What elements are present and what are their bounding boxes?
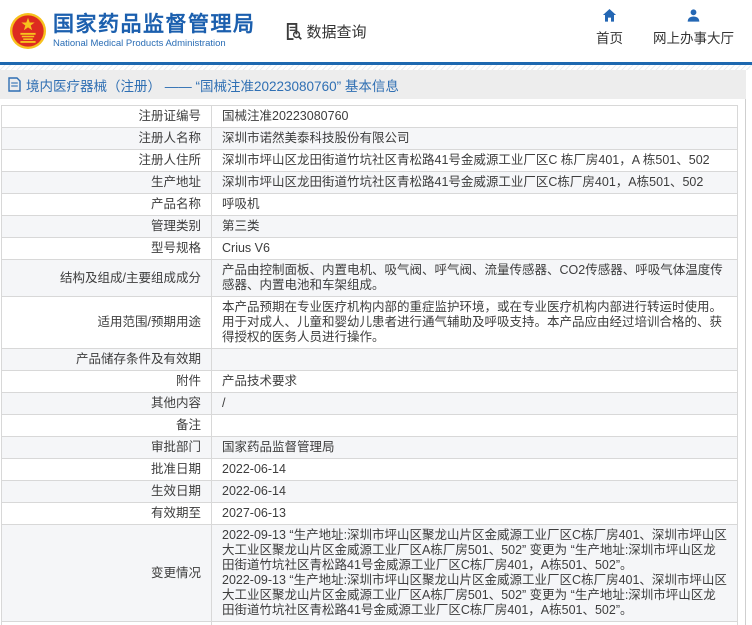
row-value: 产品技术要求: [211, 370, 738, 393]
table-row: 其他内容 /: [1, 392, 738, 415]
row-label: 注册人住所: [1, 149, 212, 172]
row-label: 适用范围/预期用途: [1, 296, 212, 349]
nav-online-hall-label: 网上办事大厅: [653, 31, 734, 46]
row-label: 产品名称: [1, 193, 212, 216]
row-label: 生效日期: [1, 480, 212, 503]
table-row: 注册人名称 深圳市诺然美泰科技股份有限公司: [1, 127, 738, 150]
row-value: [211, 414, 738, 437]
row-value: /: [211, 392, 738, 415]
document-magnifier-icon: [286, 22, 302, 40]
table-row: 注册证编号 国械注准20223080760: [1, 105, 738, 128]
agency-logo[interactable]: 国家药品监督管理局 National Medical Products Admi…: [9, 12, 256, 50]
document-icon: [8, 77, 21, 92]
row-value: 国械注准20223080760: [211, 105, 738, 128]
data-query-tab[interactable]: 数据查询: [284, 21, 367, 42]
table-row: 结构及组成/主要组成成分 产品由控制面板、内置电机、吸气阀、呼气阀、流量传感器、C…: [1, 259, 738, 297]
row-label: 有效期至: [1, 502, 212, 525]
registration-info-table: 注册证编号 国械注准20223080760 注册人名称 深圳市诺然美泰科技股份有限公…: [1, 105, 738, 625]
row-value: [211, 348, 738, 371]
change-record-value: 2022-09-13 “生产地址:深圳市坪山区聚龙山片区金威源工业厂区C栋厂房4…: [211, 524, 738, 622]
breadcrumb-bar: 境内医疗器械（注册） —— “国械注准20223080760” 基本信息: [0, 70, 746, 99]
row-label: 批准日期: [1, 458, 212, 481]
table-row: 型号规格 Crius V6: [1, 237, 738, 260]
row-label: 变更情况: [1, 524, 212, 622]
table-row-change-record: 变更情况 2022-09-13 “生产地址:深圳市坪山区聚龙山片区金威源工业厂区C…: [1, 524, 738, 622]
row-label: 生产地址: [1, 171, 212, 194]
row-value: 产品由控制面板、内置电机、吸气阀、呼气阀、流量传感器、CO2传感器、呼吸气体温度…: [211, 259, 738, 297]
table-row: 批准日期 2022-06-14: [1, 458, 738, 481]
row-label: 注册人名称: [1, 127, 212, 150]
table-row: 生效日期 2022-06-14: [1, 480, 738, 503]
table-row: 备注: [1, 414, 738, 437]
table-row: 产品名称 呼吸机: [1, 193, 738, 216]
row-value: 深圳市坪山区龙田街道竹坑社区青松路41号金威源工业厂区C栋厂房401，A栋501…: [211, 171, 738, 194]
row-label: 审批部门: [1, 436, 212, 459]
registration-detail: 注册证编号 国械注准20223080760 注册人名称 深圳市诺然美泰科技股份有限公…: [0, 99, 752, 625]
row-label: 管理类别: [1, 215, 212, 238]
home-icon: [602, 8, 617, 22]
agency-name-en: National Medical Products Administration: [53, 37, 226, 49]
national-emblem-icon: [9, 12, 47, 50]
row-value: 2022-06-14: [211, 480, 738, 503]
table-row: 管理类别 第三类: [1, 215, 738, 238]
breadcrumb: 境内医疗器械（注册） —— “国械注准20223080760” 基本信息: [26, 78, 399, 94]
row-value: 深圳市诺然美泰科技股份有限公司: [211, 127, 738, 150]
nav-home-label: 首页: [596, 31, 623, 46]
row-value: 2027-06-13: [211, 502, 738, 525]
nav-home[interactable]: 首页: [596, 8, 623, 47]
table-row: 注册人住所 深圳市坪山区龙田街道竹坑社区青松路41号金威源工业厂区C 栋厂房401…: [1, 149, 738, 172]
row-value: 2022-06-14: [211, 458, 738, 481]
row-value: 呼吸机: [211, 193, 738, 216]
right-rule: [745, 99, 746, 625]
row-value: 国家药品监督管理局: [211, 436, 738, 459]
row-value: 深圳市坪山区龙田街道竹坑社区青松路41号金威源工业厂区C 栋厂房401，A 栋5…: [211, 149, 738, 172]
nav-online-hall[interactable]: 网上办事大厅: [653, 8, 734, 47]
row-label: 附件: [1, 370, 212, 393]
table-row: 有效期至 2027-06-13: [1, 502, 738, 525]
table-row: 产品储存条件及有效期: [1, 348, 738, 371]
data-query-label: 数据查询: [306, 23, 367, 41]
table-row: 生产地址 深圳市坪山区龙田街道竹坑社区青松路41号金威源工业厂区C栋厂房401，A…: [1, 171, 738, 194]
table-row: 适用范围/预期用途 本产品预期在专业医疗机构内部的重症监护环境，或在专业医疗机构内…: [1, 296, 738, 349]
table-row: 审批部门 国家药品监督管理局: [1, 436, 738, 459]
row-label: 其他内容: [1, 392, 212, 415]
page-header: 国家药品监督管理局 National Medical Products Admi…: [0, 0, 752, 62]
table-row-note: 注 详情: [1, 621, 738, 625]
header-nav: 首页 网上办事大厅: [596, 8, 734, 47]
row-label: 注册证编号: [1, 105, 212, 128]
row-label: 备注: [1, 414, 212, 437]
row-value: 第三类: [211, 215, 738, 238]
row-label: 结构及组成/主要组成成分: [1, 259, 212, 297]
row-value: Crius V6: [211, 237, 738, 260]
row-value: 本产品预期在专业医疗机构内部的重症监护环境，或在专业医疗机构内部进行转运时使用。…: [211, 296, 738, 349]
table-row: 附件 产品技术要求: [1, 370, 738, 393]
user-icon: [687, 9, 700, 22]
row-label: 产品储存条件及有效期: [1, 348, 212, 371]
agency-name-cn: 国家药品监督管理局: [53, 12, 256, 36]
row-label: 型号规格: [1, 237, 212, 260]
